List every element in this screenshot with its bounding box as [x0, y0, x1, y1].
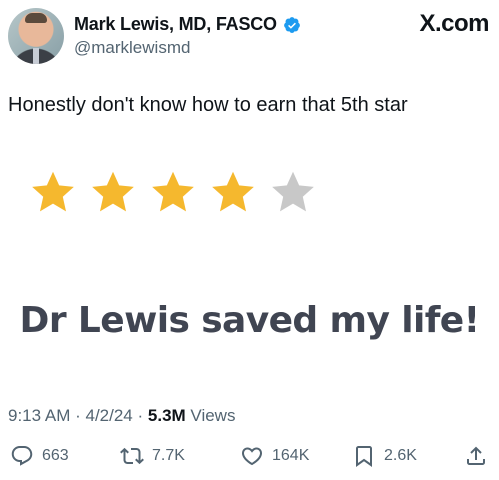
verified-badge-icon — [283, 16, 300, 33]
bookmark-count: 2.6K — [384, 447, 417, 464]
star-rating — [26, 168, 320, 218]
avatar[interactable] — [8, 8, 64, 64]
like-count: 164K — [272, 447, 310, 464]
repost-count: 7.7K — [152, 447, 185, 464]
tweet-date[interactable]: 4/2/24 — [86, 406, 133, 425]
reply-count: 663 — [42, 447, 69, 464]
like-button[interactable]: 164K — [240, 444, 309, 468]
reply-icon — [11, 446, 33, 466]
star-filled-icon — [86, 168, 140, 218]
share-button[interactable] — [464, 444, 488, 468]
share-icon — [467, 446, 485, 465]
tweet-time[interactable]: 9:13 AM — [8, 406, 70, 425]
author-handle[interactable]: @marklewismd — [74, 38, 190, 58]
star-filled-icon — [146, 168, 200, 218]
repost-icon — [120, 447, 144, 465]
avatar-hair — [25, 13, 47, 23]
tweet-actions: 663 7.7K 164K 2.6K — [8, 444, 491, 474]
reply-button[interactable]: 663 — [10, 444, 69, 468]
views-label: Views — [190, 406, 236, 425]
tweet-text: Honestly don't know how to earn that 5th… — [8, 94, 408, 116]
review-text: Dr Lewis saved my life! — [19, 300, 480, 341]
star-filled-icon — [206, 168, 260, 218]
views-count: 5.3M — [147, 406, 186, 425]
tweet-header: Mark Lewis, MD, FASCO @marklewismd X.com — [8, 8, 491, 66]
author-name-row: Mark Lewis, MD, FASCO — [74, 14, 301, 35]
x-brand-label: X.com — [419, 10, 489, 37]
avatar-shirt — [33, 48, 39, 64]
star-empty-icon — [266, 168, 320, 218]
star-filled-icon — [26, 168, 80, 218]
meta-separator: · — [75, 406, 86, 425]
author-name[interactable]: Mark Lewis, MD, FASCO — [74, 14, 277, 35]
tweet-meta: 9:13 AM · 4/2/24 · 5.3M Views — [8, 406, 235, 426]
bookmark-button[interactable]: 2.6K — [352, 444, 417, 468]
like-icon — [241, 447, 263, 466]
repost-button[interactable]: 7.7K — [120, 444, 185, 468]
bookmark-icon — [356, 446, 372, 467]
meta-separator: · — [137, 406, 148, 425]
